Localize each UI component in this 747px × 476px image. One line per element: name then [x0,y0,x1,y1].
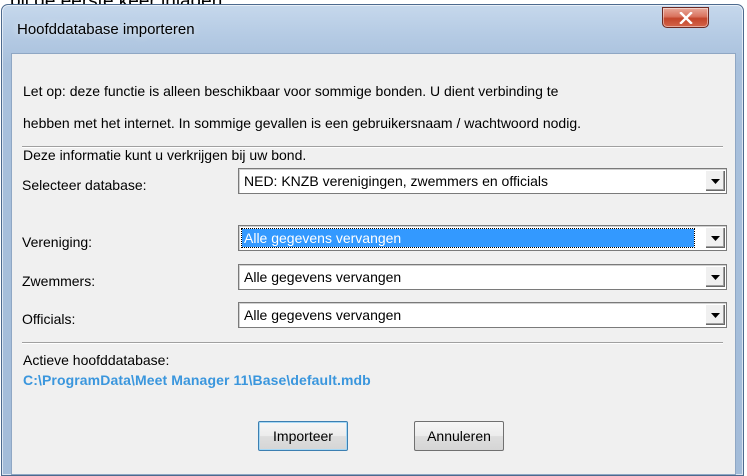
active-database-label: Actieve hoofddatabase: [23,352,170,368]
close-button[interactable] [662,7,709,28]
zwemmers-select[interactable]: Alle gegevens vervangen [238,264,727,290]
dropdown-arrow-icon[interactable] [705,266,725,287]
officials-label: Officials: [22,311,76,327]
database-select-value: NED: KNZB verenigingen, zwemmers en offi… [244,173,548,189]
import-button[interactable]: Importeer [258,421,348,451]
separator [22,342,723,344]
notice-line: Deze informatie kunt u verkrijgen bij uw… [23,147,307,163]
title-bar: Hoofddatabase importeren [2,5,743,45]
officials-select-value: Alle gegevens vervangen [244,307,402,323]
cancel-button[interactable]: Annuleren [414,421,504,451]
notice-text: Let op: deze functie is alleen beschikba… [23,67,723,179]
vereniging-select[interactable]: Alle gegevens vervangen [238,225,727,251]
dialog-client-area: Let op: deze functie is alleen beschikba… [11,53,736,475]
import-dialog: Hoofddatabase importeren Let op: deze fu… [1,4,744,476]
active-database-path: C:\ProgramData\Meet Manager 11\Base\defa… [23,372,371,388]
dropdown-arrow-icon[interactable] [705,304,725,325]
database-select[interactable]: NED: KNZB verenigingen, zwemmers en offi… [238,168,727,194]
database-label: Selecteer database: [22,177,147,193]
close-x-icon [678,11,693,24]
vereniging-label: Vereniging: [22,234,93,250]
dropdown-arrow-icon[interactable] [705,227,725,248]
separator [22,146,723,148]
notice-line: hebben met het internet. In sommige geva… [23,115,581,131]
notice-line: Let op: deze functie is alleen beschikba… [23,83,559,99]
vereniging-select-value: Alle gegevens vervangen [241,228,695,248]
zwemmers-label: Zwemmers: [22,273,96,289]
officials-select[interactable]: Alle gegevens vervangen [238,302,727,328]
zwemmers-select-value: Alle gegevens vervangen [244,269,402,285]
dialog-title: Hoofddatabase importeren [17,21,195,38]
dropdown-arrow-icon[interactable] [705,170,725,191]
